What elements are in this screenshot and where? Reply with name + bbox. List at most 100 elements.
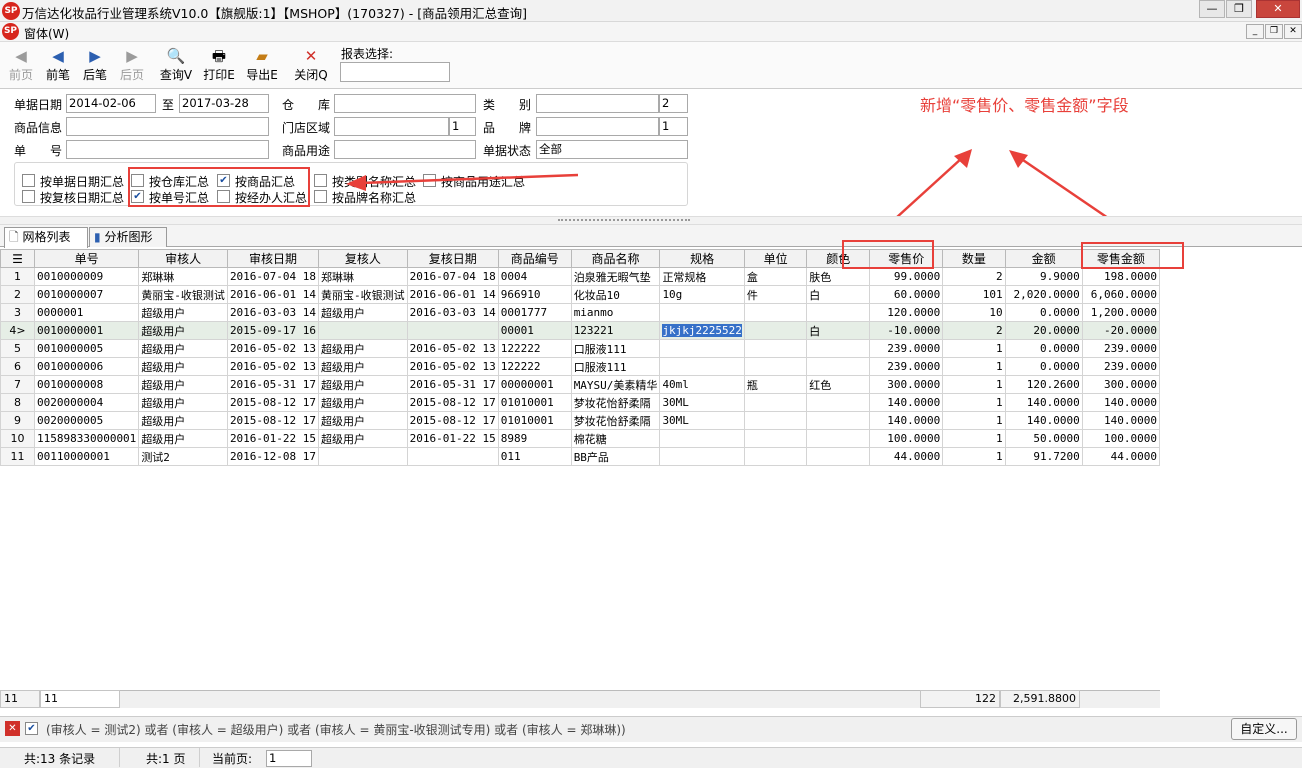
table-row[interactable]: 9 0020000005 超级用户 2015-08-12 17 超级用户 2015-08-… bbox=[0, 411, 1161, 430]
row-number[interactable]: 1 bbox=[0, 267, 35, 286]
table-cell[interactable]: 1 bbox=[942, 429, 1006, 448]
table-cell[interactable]: 00110000001 bbox=[33, 447, 140, 466]
table-cell[interactable]: 超级用户 bbox=[138, 429, 228, 448]
splitter[interactable] bbox=[0, 216, 1302, 225]
table-cell[interactable]: 盒 bbox=[743, 267, 808, 286]
table-cell[interactable]: 140.0000 bbox=[1081, 393, 1161, 412]
table-cell[interactable]: 2016-03-03 14 bbox=[226, 303, 320, 322]
table-cell[interactable]: 0020000005 bbox=[33, 411, 140, 430]
table-cell[interactable]: 140.0000 bbox=[869, 411, 944, 430]
table-cell[interactable]: 棉花糖 bbox=[570, 429, 661, 448]
table-cell[interactable]: 1 bbox=[942, 393, 1006, 412]
table-cell[interactable]: 140.0000 bbox=[1004, 411, 1083, 430]
table-cell[interactable]: 1,200.0000 bbox=[1081, 303, 1161, 322]
table-cell[interactable]: 140.0000 bbox=[1004, 393, 1083, 412]
table-cell[interactable] bbox=[743, 339, 808, 358]
table-cell[interactable]: MAYSU/美素精华 bbox=[570, 375, 661, 394]
table-cell[interactable]: 0010000009 bbox=[33, 267, 140, 286]
table-cell[interactable]: 超级用户 bbox=[318, 339, 408, 358]
table-cell[interactable]: 966910 bbox=[497, 285, 572, 304]
table-cell[interactable] bbox=[743, 447, 808, 466]
column-header[interactable]: 金额 bbox=[1004, 249, 1083, 268]
table-cell[interactable]: 超级用户 bbox=[318, 393, 408, 412]
table-row[interactable]: 5 0010000005 超级用户 2016-05-02 13 超级用户 2016-05-… bbox=[0, 339, 1161, 358]
table-cell[interactable]: 44.0000 bbox=[869, 447, 944, 466]
table-cell[interactable] bbox=[806, 411, 871, 430]
table-cell[interactable] bbox=[743, 321, 808, 340]
table-cell[interactable] bbox=[806, 339, 871, 358]
row-number[interactable]: 7 bbox=[0, 375, 35, 394]
table-cell[interactable]: 0020000004 bbox=[33, 393, 140, 412]
table-cell[interactable] bbox=[659, 429, 745, 448]
table-cell[interactable]: 2016-05-02 13 bbox=[406, 339, 499, 358]
row-number[interactable]: 3 bbox=[0, 303, 35, 322]
table-cell[interactable]: 2016-01-22 15 bbox=[226, 429, 320, 448]
table-cell[interactable]: 01010001 bbox=[497, 411, 572, 430]
table-cell[interactable]: 1 bbox=[942, 411, 1006, 430]
table-cell[interactable]: 2015-09-17 16 bbox=[226, 321, 320, 340]
table-cell[interactable] bbox=[743, 393, 808, 412]
table-cell[interactable]: 50.0000 bbox=[1004, 429, 1083, 448]
table-cell[interactable]: 2016-07-04 18 bbox=[226, 267, 320, 286]
table-cell[interactable]: 2015-08-12 17 bbox=[226, 393, 320, 412]
table-cell[interactable]: 120.2600 bbox=[1004, 375, 1083, 394]
tab-grid-list[interactable]: 🗋 网格列表 bbox=[4, 227, 88, 248]
table-cell[interactable]: 0010000008 bbox=[33, 375, 140, 394]
column-header[interactable]: 审核人 bbox=[138, 249, 228, 268]
table-row[interactable]: 11 00110000001 测试2 2016-12-08 17 011 BB产品 44.0… bbox=[0, 447, 1161, 466]
table-cell[interactable]: 超级用户 bbox=[138, 339, 228, 358]
table-cell[interactable]: 超级用户 bbox=[138, 375, 228, 394]
table-cell[interactable] bbox=[659, 339, 745, 358]
table-cell[interactable]: 郑琳琳 bbox=[318, 267, 408, 286]
table-cell[interactable] bbox=[743, 411, 808, 430]
table-cell[interactable]: 239.0000 bbox=[1081, 339, 1161, 358]
table-cell[interactable]: 1 bbox=[942, 357, 1006, 376]
table-cell[interactable]: 44.0000 bbox=[1081, 447, 1161, 466]
table-row[interactable]: 10 115898330000001 超级用户 2016-01-22 15 超级用户 20… bbox=[0, 429, 1161, 448]
table-cell[interactable]: 100.0000 bbox=[1081, 429, 1161, 448]
table-cell[interactable]: 0004 bbox=[497, 267, 572, 286]
table-cell[interactable] bbox=[806, 429, 871, 448]
customize-button[interactable]: 自定义... bbox=[1231, 718, 1297, 740]
table-row[interactable]: 7 0010000008 超级用户 2016-05-31 17 超级用户 2016-05-… bbox=[0, 375, 1161, 394]
row-number[interactable]: 2 bbox=[0, 285, 35, 304]
table-cell[interactable]: 30ML bbox=[659, 393, 745, 412]
table-cell[interactable]: 120.0000 bbox=[869, 303, 944, 322]
table-cell[interactable] bbox=[806, 393, 871, 412]
table-cell[interactable] bbox=[406, 321, 499, 340]
row-number[interactable]: 8 bbox=[0, 393, 35, 412]
table-cell[interactable]: 300.0000 bbox=[1081, 375, 1161, 394]
table-cell[interactable]: 0001777 bbox=[497, 303, 572, 322]
table-cell[interactable]: -20.0000 bbox=[1081, 321, 1161, 340]
table-cell[interactable]: mianmo bbox=[570, 303, 661, 322]
column-header[interactable]: 单位 bbox=[743, 249, 808, 268]
table-cell[interactable] bbox=[743, 303, 808, 322]
current-page-input[interactable]: 1 bbox=[266, 750, 312, 767]
table-cell[interactable]: 口服液111 bbox=[570, 357, 661, 376]
table-cell[interactable]: 1 bbox=[942, 447, 1006, 466]
table-cell[interactable]: 2016-06-01 14 bbox=[226, 285, 320, 304]
table-cell[interactable]: 2016-12-08 17 bbox=[226, 447, 320, 466]
table-cell[interactable]: BB产品 bbox=[570, 447, 661, 466]
table-cell[interactable]: 2016-07-04 18 bbox=[406, 267, 499, 286]
table-cell[interactable]: 122222 bbox=[497, 357, 572, 376]
table-cell[interactable]: 20.0000 bbox=[1004, 321, 1083, 340]
table-cell[interactable] bbox=[659, 357, 745, 376]
table-cell[interactable]: -10.0000 bbox=[869, 321, 944, 340]
table-cell[interactable] bbox=[806, 357, 871, 376]
table-cell[interactable]: 00001 bbox=[497, 321, 572, 340]
table-cell[interactable]: 300.0000 bbox=[869, 375, 944, 394]
table-cell[interactable]: 101 bbox=[942, 285, 1006, 304]
table-cell[interactable]: 黄丽宝-收银测试 bbox=[318, 285, 408, 304]
table-row[interactable]: 1 0010000009 郑琳琳 2016-07-04 18 郑琳琳 2016-07-04… bbox=[0, 267, 1161, 286]
row-number[interactable]: 6 bbox=[0, 357, 35, 376]
table-cell[interactable]: 239.0000 bbox=[869, 357, 944, 376]
table-cell[interactable]: 9.9000 bbox=[1004, 267, 1083, 286]
table-cell[interactable]: 99.0000 bbox=[869, 267, 944, 286]
row-number[interactable]: 4> bbox=[0, 321, 35, 340]
column-header[interactable]: 单号 bbox=[33, 249, 140, 268]
table-cell[interactable]: 0010000001 bbox=[33, 321, 140, 340]
table-cell[interactable]: 白 bbox=[806, 285, 871, 304]
table-cell[interactable] bbox=[318, 447, 408, 466]
table-cell[interactable]: 0010000006 bbox=[33, 357, 140, 376]
